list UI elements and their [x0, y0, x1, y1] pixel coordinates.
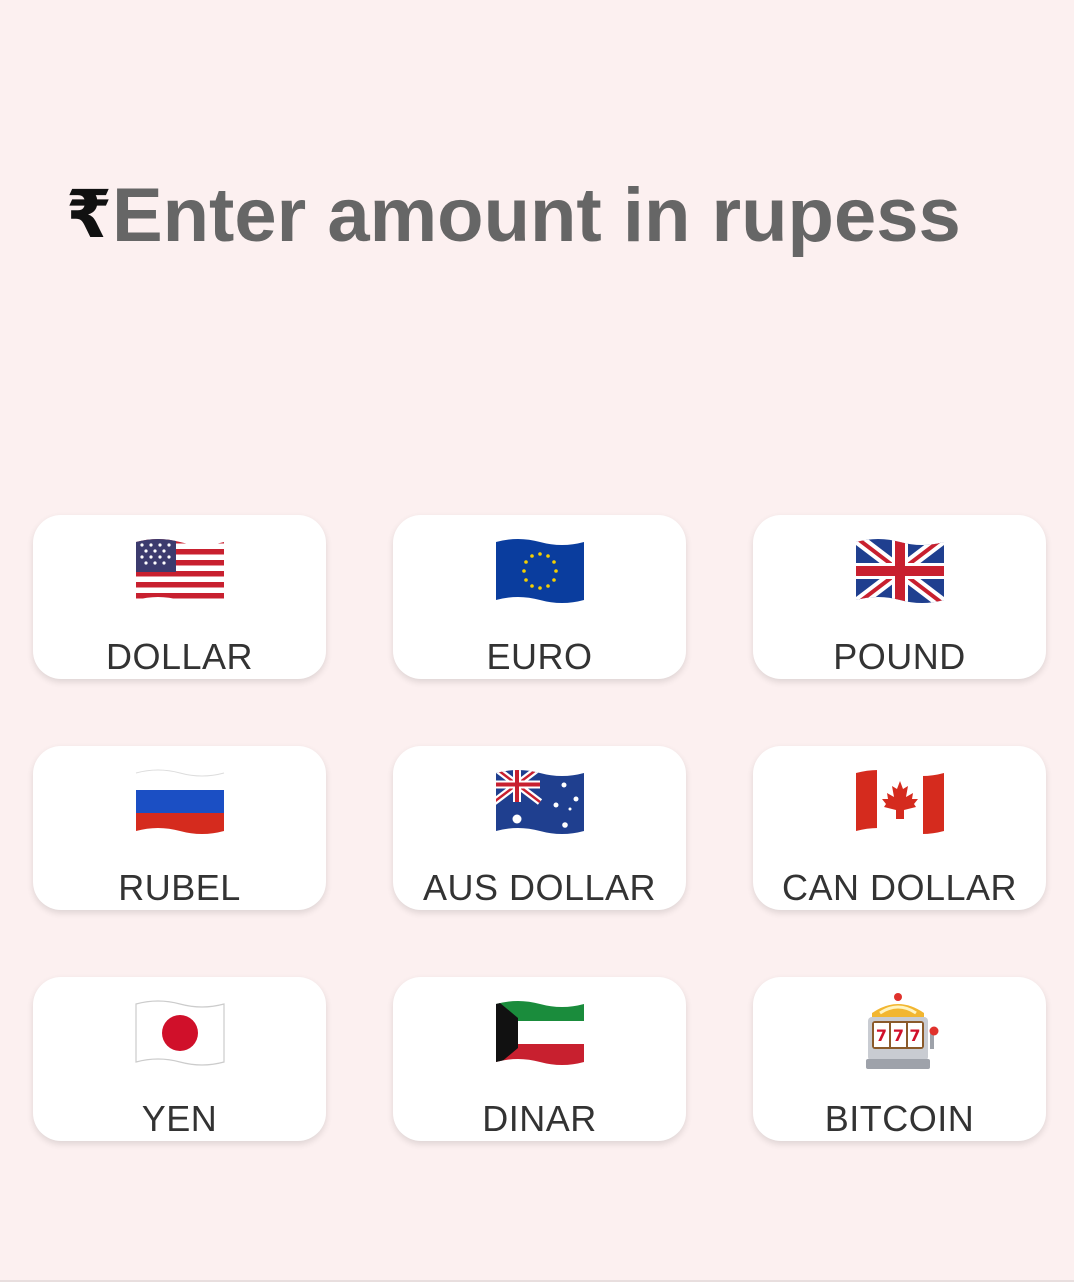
currency-card-can-dollar[interactable]: CAN DOLLAR	[753, 746, 1046, 910]
amount-input[interactable]	[111, 170, 1074, 260]
currency-label: AUS DOLLAR	[422, 867, 657, 908]
australia-flag-icon	[393, 762, 686, 842]
amount-row: ₹	[66, 170, 1074, 260]
uk-flag-icon	[753, 531, 1046, 611]
japan-flag-icon	[33, 993, 326, 1073]
svg-text:7: 7	[909, 1026, 920, 1045]
canada-flag-icon	[753, 762, 1046, 842]
currency-card-aus-dollar[interactable]: AUS DOLLAR	[393, 746, 686, 910]
currency-label: RUBEL	[118, 867, 241, 908]
currency-card-yen[interactable]: YEN	[33, 977, 326, 1141]
currency-card-euro[interactable]: EURO	[393, 515, 686, 679]
currency-label: YEN	[141, 1098, 218, 1139]
converter-screen: ₹ Enter amount in rupess DOLLAR EURO POU…	[0, 0, 1074, 1282]
currency-label: BITCOIN	[824, 1098, 975, 1139]
currency-label: DOLLAR	[105, 636, 254, 677]
slot-machine-icon: 7 7 7	[753, 993, 1046, 1073]
eu-flag-icon	[393, 531, 686, 611]
svg-text:7: 7	[892, 1026, 903, 1045]
currency-card-rubel[interactable]: RUBEL	[33, 746, 326, 910]
currency-card-dollar[interactable]: DOLLAR	[33, 515, 326, 679]
currency-card-bitcoin[interactable]: 7 7 7 BITCOIN	[753, 977, 1046, 1141]
currency-label: EURO	[486, 636, 593, 677]
currency-label: DINAR	[482, 1098, 597, 1139]
russia-flag-icon	[33, 762, 326, 842]
rupee-icon: ₹	[66, 176, 112, 253]
currency-label: POUND	[833, 636, 966, 677]
us-flag-icon	[33, 531, 326, 611]
svg-text:7: 7	[875, 1026, 886, 1045]
currency-card-pound[interactable]: POUND	[753, 515, 1046, 679]
kuwait-flag-icon	[393, 993, 686, 1073]
currency-label: CAN DOLLAR	[781, 867, 1018, 908]
currency-card-dinar[interactable]: DINAR	[393, 977, 686, 1141]
